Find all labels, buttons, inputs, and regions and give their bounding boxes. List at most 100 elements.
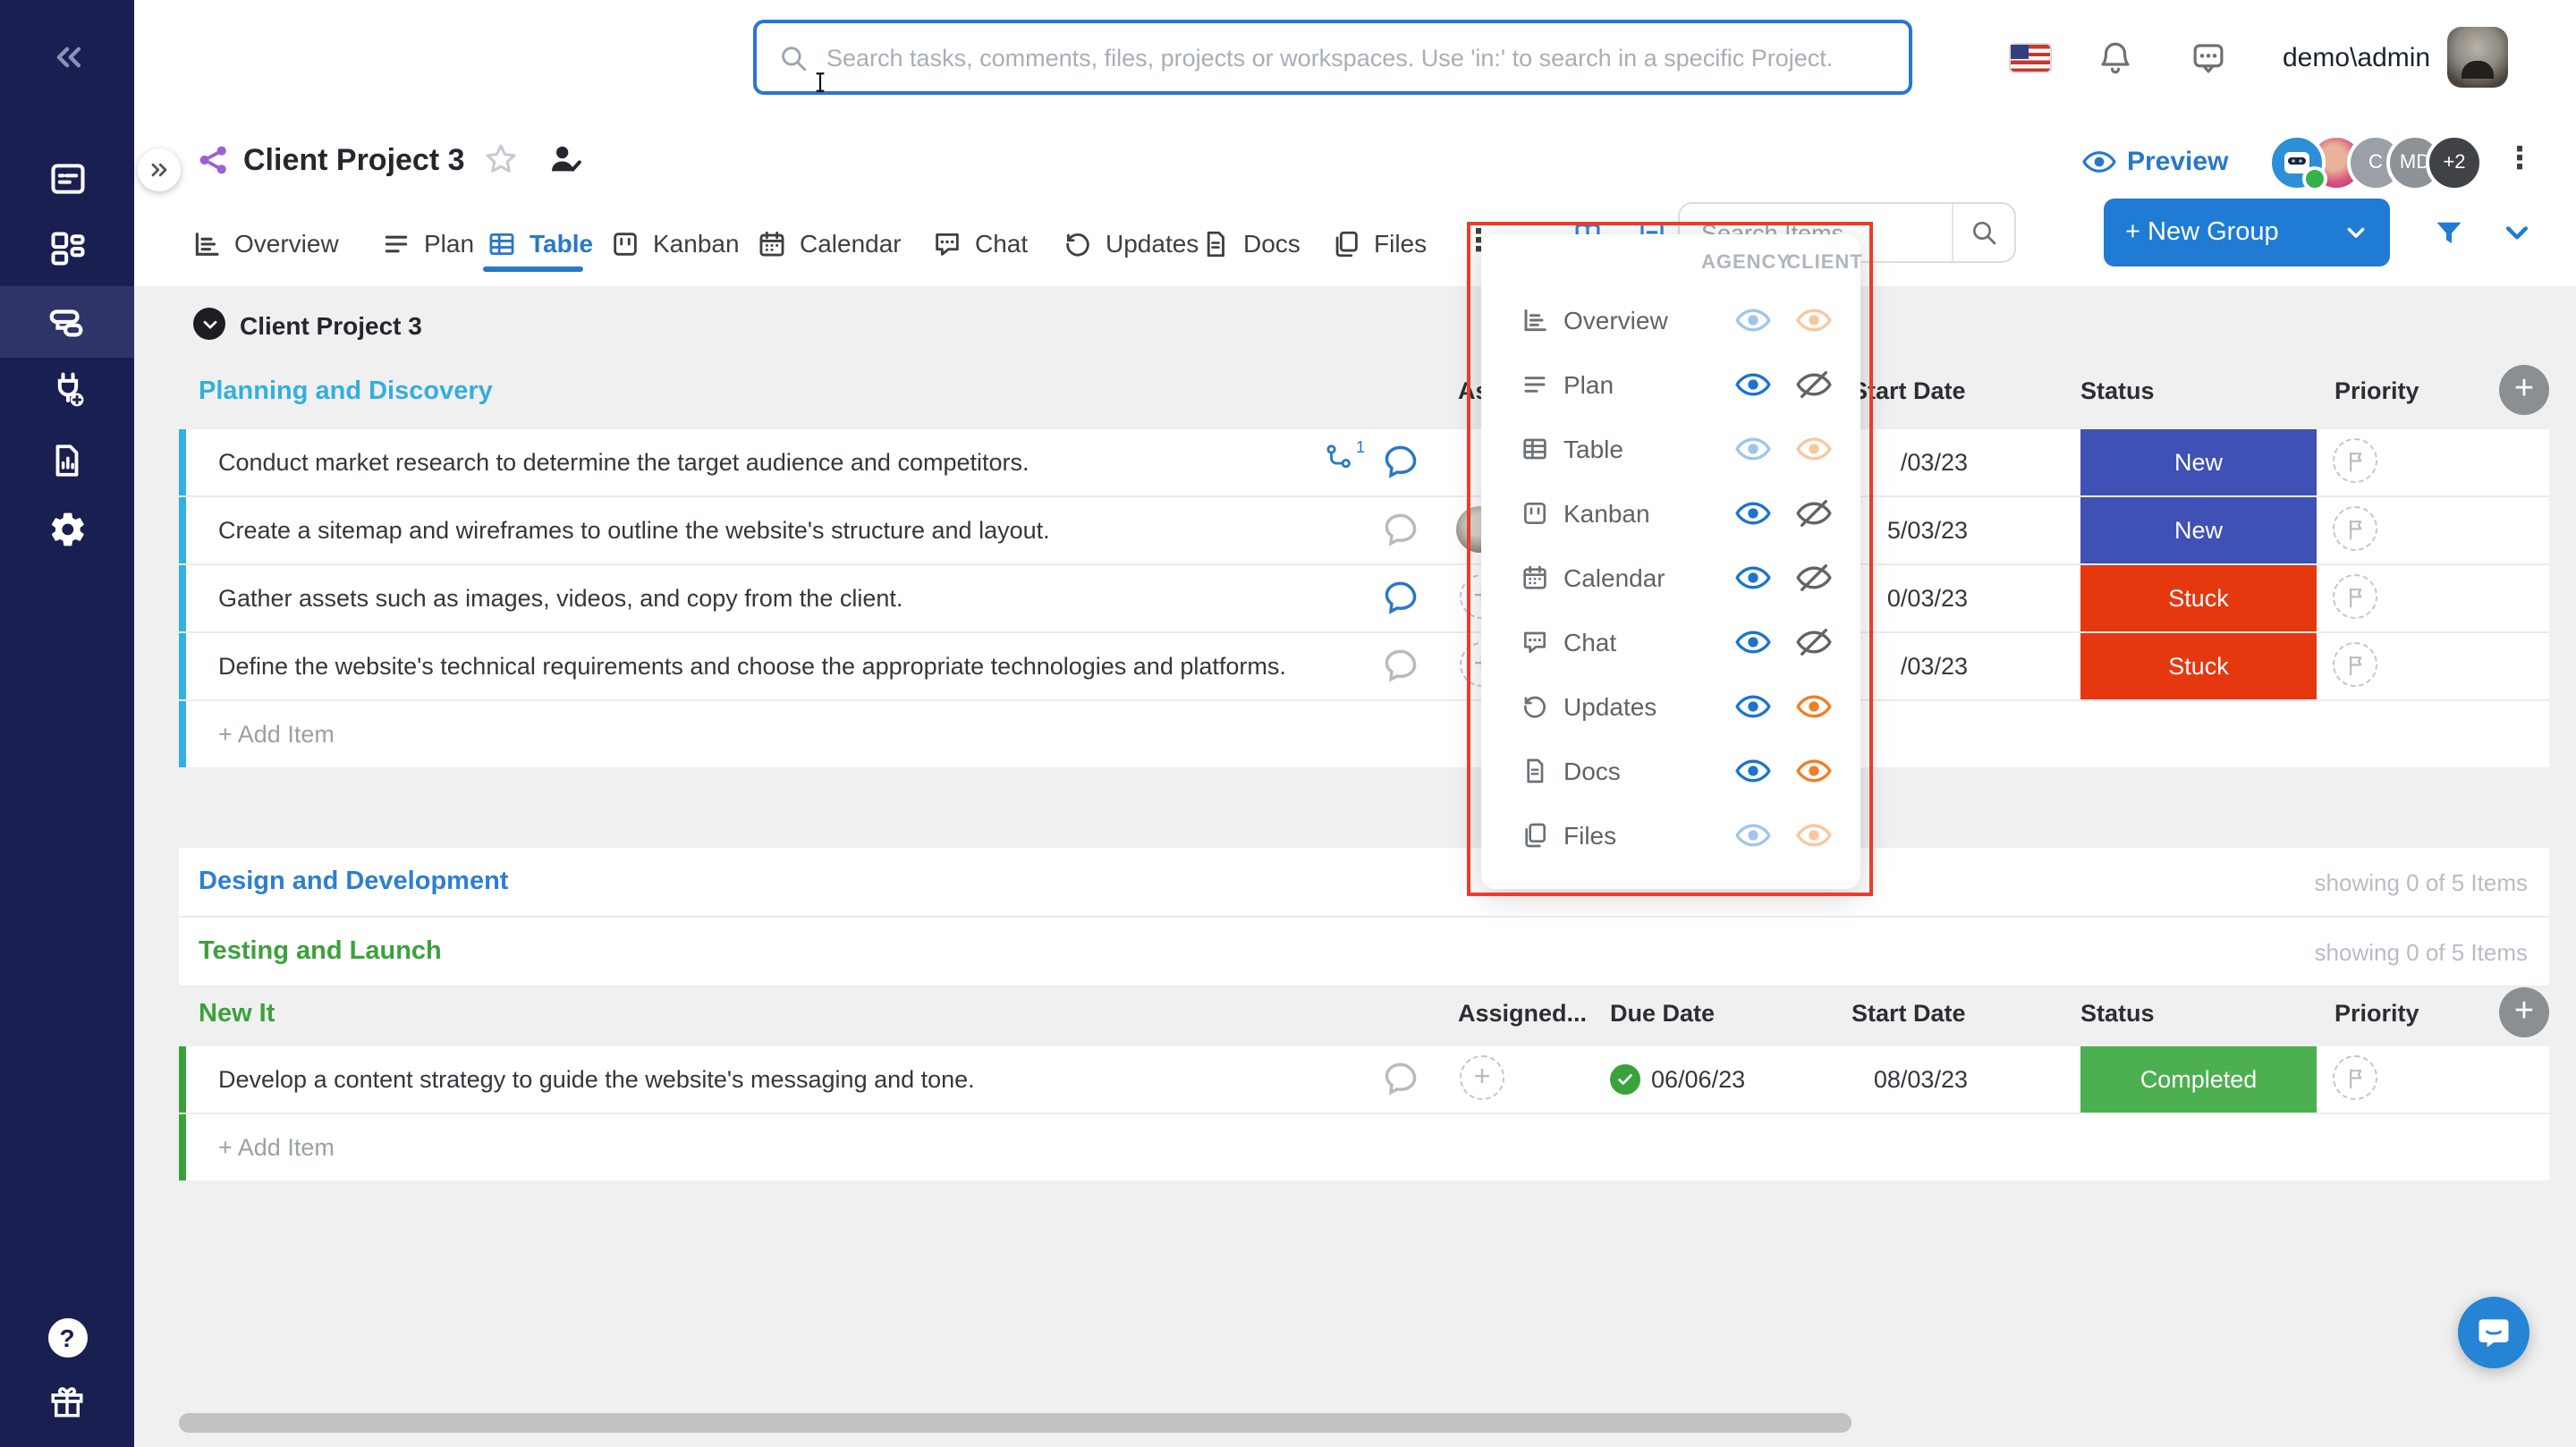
tab-overview[interactable]: Overview [191, 215, 339, 272]
table-row[interactable]: Conduct market research to determine the… [179, 429, 2549, 497]
priority-flag-icon[interactable] [2333, 1055, 2377, 1100]
agency-eye-toggle[interactable] [1735, 560, 1771, 596]
task-text[interactable]: Conduct market research to determine the… [218, 429, 1030, 495]
start-date[interactable]: 08/03/23 [1753, 1046, 1968, 1113]
comment-icon[interactable] [1381, 442, 1420, 481]
expand-panel-button[interactable] [138, 148, 181, 191]
sidebar-item-projects[interactable] [0, 286, 134, 354]
tab-docs[interactable]: Docs [1200, 215, 1301, 272]
client-eye-toggle[interactable] [1796, 817, 1832, 853]
add-item-row[interactable]: + Add Item [179, 1114, 2549, 1180]
sidebar-item-power-ups[interactable] [0, 356, 134, 424]
add-column-button[interactable]: + [2499, 987, 2549, 1037]
tab-plan[interactable]: Plan [381, 215, 474, 272]
tab-kanban[interactable]: Kanban [610, 215, 740, 272]
priority-flag-icon[interactable] [2333, 438, 2377, 483]
group-row-testing[interactable]: Testing and Launch showing 0 of 5 Items [179, 918, 2549, 987]
column-header-priority[interactable]: Priority [2334, 1000, 2419, 1027]
table-row[interactable]: Gather assets such as images, videos, an… [179, 565, 2549, 633]
comment-icon[interactable] [1381, 578, 1420, 617]
client-eye-toggle[interactable] [1796, 689, 1832, 724]
horizontal-scrollbar[interactable] [179, 1413, 1852, 1433]
priority-flag-icon[interactable] [2333, 574, 2377, 619]
client-eye-toggle[interactable] [1796, 431, 1832, 467]
sidebar-item-settings[interactable] [0, 495, 134, 563]
sidebar-whats-new-icon[interactable] [0, 1367, 134, 1434]
agency-eye-toggle[interactable] [1735, 817, 1771, 853]
notifications-bell-icon[interactable] [2097, 39, 2134, 77]
preview-button[interactable]: Preview [2082, 145, 2228, 179]
agency-eye-toggle[interactable] [1735, 753, 1771, 789]
client-eye-toggle[interactable] [1796, 495, 1832, 531]
status-badge[interactable]: Completed [2080, 1046, 2317, 1113]
client-eye-toggle[interactable] [1796, 753, 1832, 789]
comment-icon[interactable] [1381, 1059, 1420, 1098]
person-check-icon[interactable] [547, 141, 583, 177]
language-flag-icon[interactable] [2011, 45, 2050, 72]
sidebar-collapse-icon[interactable] [0, 23, 134, 91]
task-text[interactable]: Create a sitemap and wireframes to outli… [218, 497, 1050, 563]
agency-eye-toggle[interactable] [1735, 624, 1771, 660]
global-search-input[interactable] [823, 42, 1887, 72]
column-header-status[interactable]: Status [2080, 377, 2155, 404]
tab-table[interactable]: Table [487, 215, 593, 272]
column-header-due[interactable]: Due Date [1610, 1000, 1715, 1027]
group-row-design[interactable]: Design and Development showing 0 of 5 It… [179, 848, 2549, 918]
status-badge[interactable]: Stuck [2080, 633, 2317, 699]
task-text[interactable]: Gather assets such as images, videos, an… [218, 565, 902, 631]
tab-chat[interactable]: Chat [932, 215, 1028, 272]
member-avatars[interactable]: C MD +2 [2268, 134, 2483, 191]
task-text[interactable]: Develop a content strategy to guide the … [218, 1046, 975, 1113]
section-collapse-icon[interactable] [193, 308, 225, 340]
search-items-icon[interactable] [1952, 204, 2014, 261]
group-title-planning[interactable]: Planning and Discovery [199, 377, 493, 406]
agency-eye-toggle[interactable] [1735, 689, 1771, 724]
status-badge[interactable]: New [2080, 429, 2317, 495]
assign-user-icon[interactable]: + [1460, 1055, 1504, 1100]
add-item-row[interactable]: + Add Item [179, 701, 2549, 767]
status-badge[interactable]: New [2080, 497, 2317, 563]
feedback-chat-icon[interactable] [2190, 39, 2227, 77]
agency-eye-toggle[interactable] [1735, 431, 1771, 467]
due-date[interactable]: 06/06/23 [1610, 1046, 1745, 1113]
more-members-badge[interactable]: +2 [2426, 134, 2483, 191]
add-column-button[interactable]: + [2499, 365, 2549, 415]
sidebar-item-reports[interactable] [0, 426, 134, 494]
status-badge[interactable]: Stuck [2080, 565, 2317, 631]
user-avatar[interactable] [2447, 27, 2508, 88]
filter-icon[interactable] [2433, 216, 2465, 249]
header-kebab-menu[interactable]: ⋮ [2504, 141, 2535, 177]
client-eye-toggle[interactable] [1796, 560, 1832, 596]
sidebar-item-dashboards[interactable] [0, 215, 134, 283]
column-header-status[interactable]: Status [2080, 1000, 2155, 1027]
new-group-button[interactable]: + New Group [2104, 199, 2390, 267]
tab-calendar[interactable]: Calendar [757, 215, 902, 272]
subtask-icon[interactable]: 1 [1324, 442, 1365, 472]
tab-files[interactable]: Files [1331, 215, 1427, 272]
bot-avatar[interactable] [2268, 134, 2326, 191]
agency-eye-toggle[interactable] [1735, 302, 1771, 338]
star-icon[interactable] [483, 141, 519, 177]
comment-icon[interactable] [1381, 510, 1420, 549]
priority-flag-icon[interactable] [2333, 642, 2377, 687]
column-header-priority[interactable]: Priority [2334, 377, 2419, 404]
task-text[interactable]: Define the website's technical requireme… [218, 633, 1286, 699]
table-row[interactable]: Develop a content strategy to guide the … [179, 1046, 2549, 1114]
column-header-start[interactable]: Start Date [1852, 1000, 1966, 1027]
comment-icon[interactable] [1381, 646, 1420, 685]
client-eye-toggle[interactable] [1796, 367, 1832, 402]
client-eye-toggle[interactable] [1796, 302, 1832, 338]
table-row[interactable]: Define the website's technical requireme… [179, 633, 2549, 701]
tab-updates[interactable]: Updates [1063, 215, 1199, 272]
collapse-all-chevron-icon[interactable] [2501, 216, 2533, 249]
client-eye-toggle[interactable] [1796, 624, 1832, 660]
agency-eye-toggle[interactable] [1735, 367, 1771, 402]
global-search[interactable] [753, 20, 1912, 95]
support-chat-button[interactable] [2458, 1297, 2529, 1368]
sidebar-item-agenda[interactable] [0, 145, 134, 213]
agency-eye-toggle[interactable] [1735, 495, 1771, 531]
priority-flag-icon[interactable] [2333, 506, 2377, 551]
column-header-start[interactable]: Start Date [1852, 377, 1966, 404]
table-row[interactable]: Create a sitemap and wireframes to outli… [179, 497, 2549, 565]
group-title-new-it[interactable]: New It [199, 1000, 275, 1028]
